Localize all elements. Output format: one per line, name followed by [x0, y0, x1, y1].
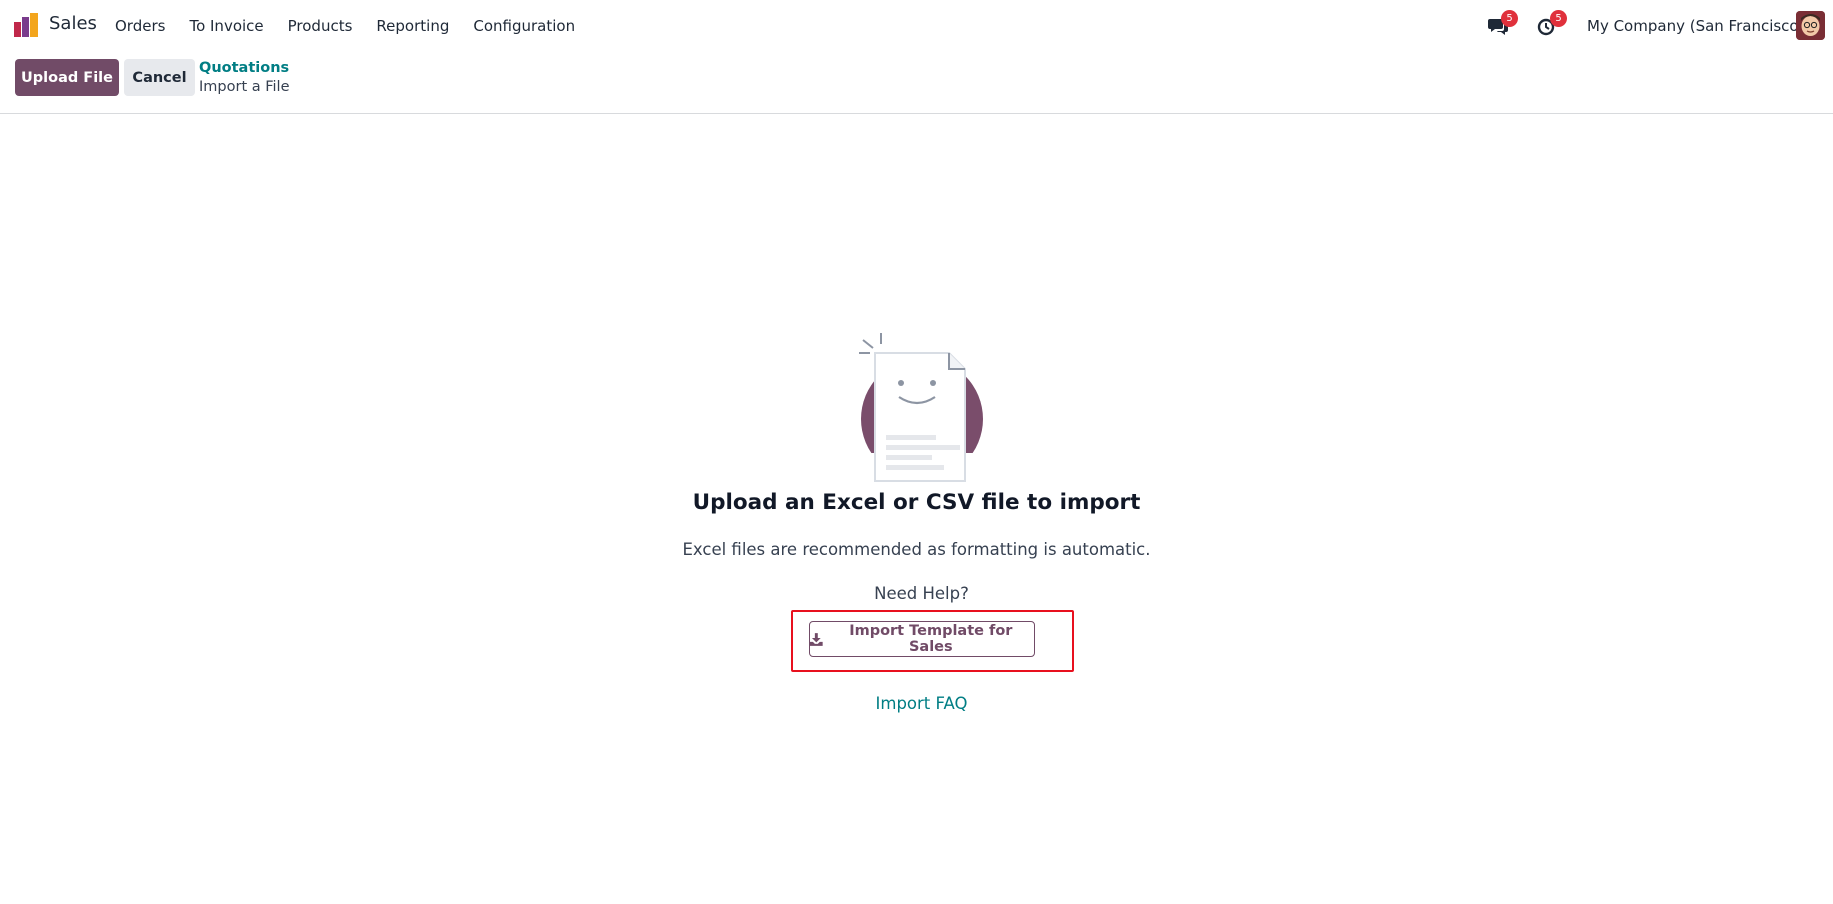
menu-item-reporting[interactable]: Reporting — [364, 16, 461, 36]
company-switcher[interactable]: My Company (San Francisco) — [1587, 16, 1804, 36]
app-name[interactable]: Sales — [49, 13, 97, 34]
import-title: Upload an Excel or CSV file to import — [692, 490, 1141, 515]
smiling-document-illustration — [859, 333, 983, 482]
breadcrumb-quotations[interactable]: Quotations — [199, 60, 289, 76]
download-icon — [810, 632, 823, 646]
menu-item-configuration[interactable]: Configuration — [461, 16, 587, 36]
import-template-label: Import Template for Sales — [849, 623, 1013, 655]
control-panel: Upload File Cancel Quotations Import a F… — [0, 52, 1833, 114]
messages-button[interactable]: 5 — [1488, 10, 1518, 38]
top-navbar: Sales Orders To Invoice Products Reporti… — [0, 0, 1833, 52]
activities-button[interactable]: 5 — [1537, 10, 1567, 38]
import-subtitle: Excel files are recommended as formattin… — [682, 540, 1151, 559]
need-help-label: Need Help? — [874, 584, 969, 603]
menu-item-orders[interactable]: Orders — [103, 16, 177, 36]
activities-count-badge: 5 — [1550, 10, 1567, 27]
import-faq-link[interactable]: Import FAQ — [0, 694, 1833, 713]
user-avatar[interactable] — [1796, 11, 1825, 40]
messages-count-badge: 5 — [1501, 10, 1518, 27]
menu-item-products[interactable]: Products — [276, 16, 365, 36]
import-template-button[interactable]: Import Template for Sales — [809, 621, 1035, 657]
menu-item-to-invoice[interactable]: To Invoice — [177, 16, 275, 36]
breadcrumb-current: Import a File — [199, 79, 290, 95]
main-menu: Orders To Invoice Products Reporting Con… — [103, 16, 587, 36]
sales-app-logo-icon[interactable] — [14, 13, 40, 37]
cancel-button[interactable]: Cancel — [124, 59, 195, 96]
user-portrait-icon — [1796, 11, 1825, 40]
upload-file-button[interactable]: Upload File — [15, 59, 119, 96]
